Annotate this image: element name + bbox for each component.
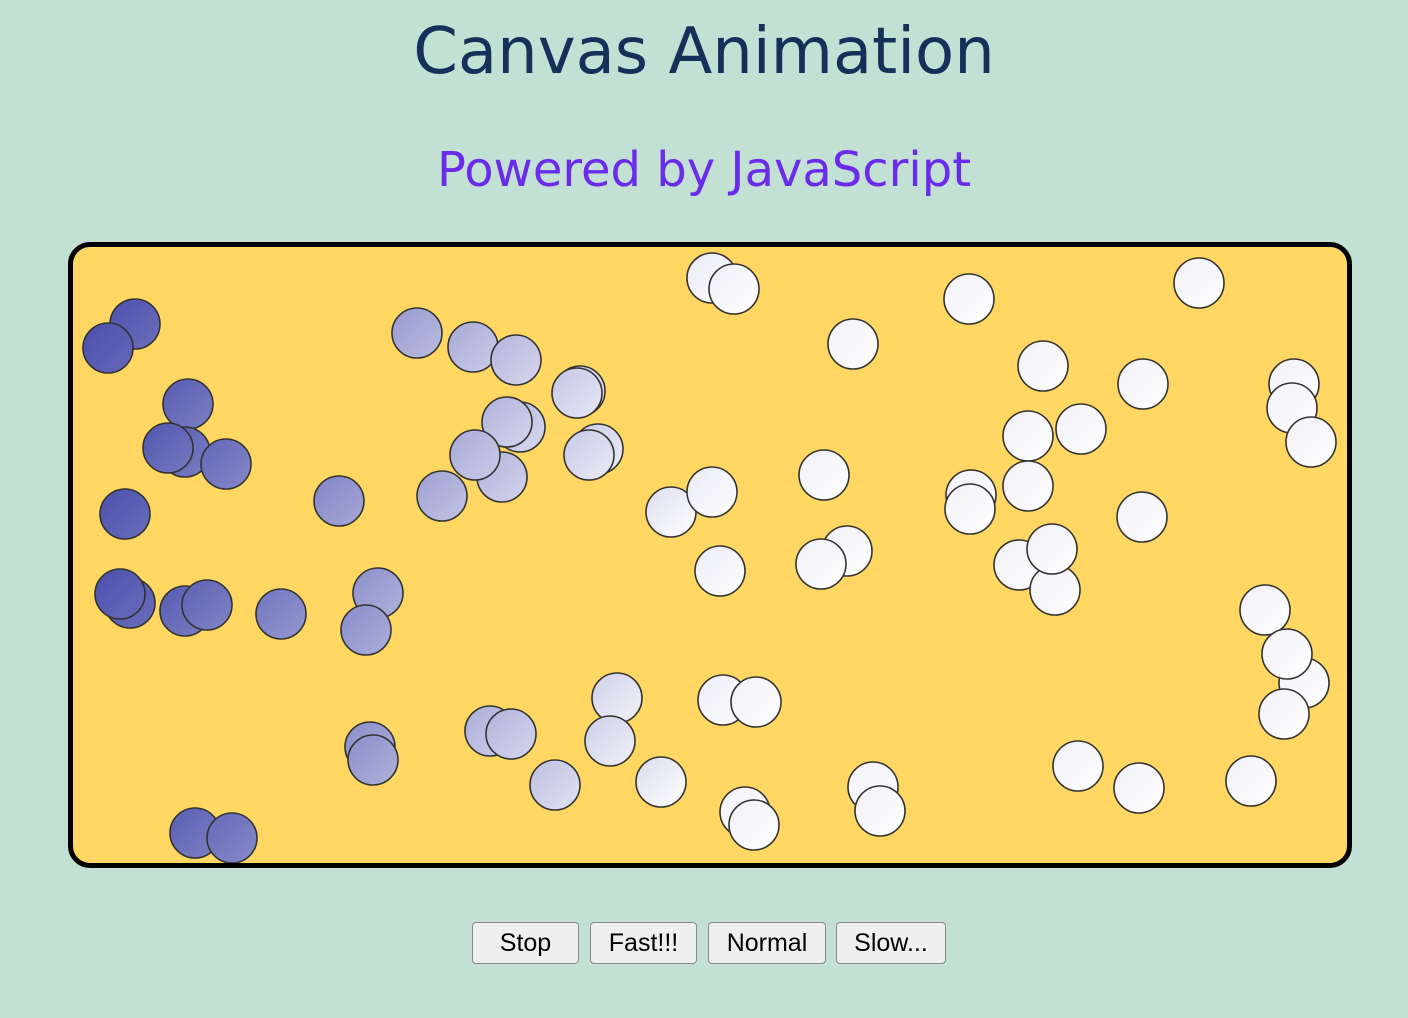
- ball: [529, 759, 581, 811]
- balls-layer: [82, 252, 1337, 863]
- ball: [694, 545, 746, 597]
- ball: [944, 483, 996, 535]
- ball: [1055, 403, 1107, 455]
- animation-canvas[interactable]: [68, 242, 1352, 868]
- ball: [449, 429, 501, 481]
- ball: [447, 321, 499, 373]
- ball: [1026, 523, 1078, 575]
- ball: [798, 449, 850, 501]
- ball: [827, 318, 879, 370]
- ball: [485, 708, 537, 760]
- ball: [391, 307, 443, 359]
- ball: [795, 538, 847, 590]
- ball: [200, 438, 252, 490]
- normal-button[interactable]: Normal: [708, 922, 826, 964]
- ball: [255, 588, 307, 640]
- ball: [708, 263, 760, 315]
- page-title: Canvas Animation: [413, 15, 995, 89]
- ball: [854, 785, 906, 837]
- ball: [416, 470, 468, 522]
- ball: [551, 367, 603, 419]
- ball: [1285, 416, 1337, 468]
- ball: [635, 756, 687, 808]
- ball: [943, 273, 995, 325]
- ball: [1052, 740, 1104, 792]
- ball: [1117, 358, 1169, 410]
- ball: [490, 334, 542, 386]
- ball: [1173, 257, 1225, 309]
- ball: [99, 488, 151, 540]
- ball: [1017, 340, 1069, 392]
- ball: [1116, 491, 1168, 543]
- ball: [1002, 410, 1054, 462]
- ball: [347, 734, 399, 786]
- stop-button[interactable]: Stop: [472, 922, 579, 964]
- ball: [1261, 628, 1313, 680]
- ball: [1113, 762, 1165, 814]
- fast-button[interactable]: Fast!!!: [590, 922, 697, 964]
- ball: [730, 676, 782, 728]
- ball: [313, 475, 365, 527]
- ball: [686, 466, 738, 518]
- ball: [1225, 755, 1277, 807]
- page-subtitle: Powered by JavaScript: [436, 142, 972, 198]
- ball: [94, 568, 146, 620]
- slow-button[interactable]: Slow...: [836, 922, 946, 964]
- ball: [206, 812, 258, 863]
- ball: [591, 672, 643, 724]
- ball: [584, 715, 636, 767]
- ball: [1239, 584, 1291, 636]
- ball: [82, 322, 134, 374]
- ball: [728, 799, 780, 851]
- ball: [142, 422, 194, 474]
- ball: [1002, 460, 1054, 512]
- ball: [181, 579, 233, 631]
- ball: [1258, 688, 1310, 740]
- ball: [162, 378, 214, 430]
- ball: [563, 429, 615, 481]
- ball: [340, 604, 392, 656]
